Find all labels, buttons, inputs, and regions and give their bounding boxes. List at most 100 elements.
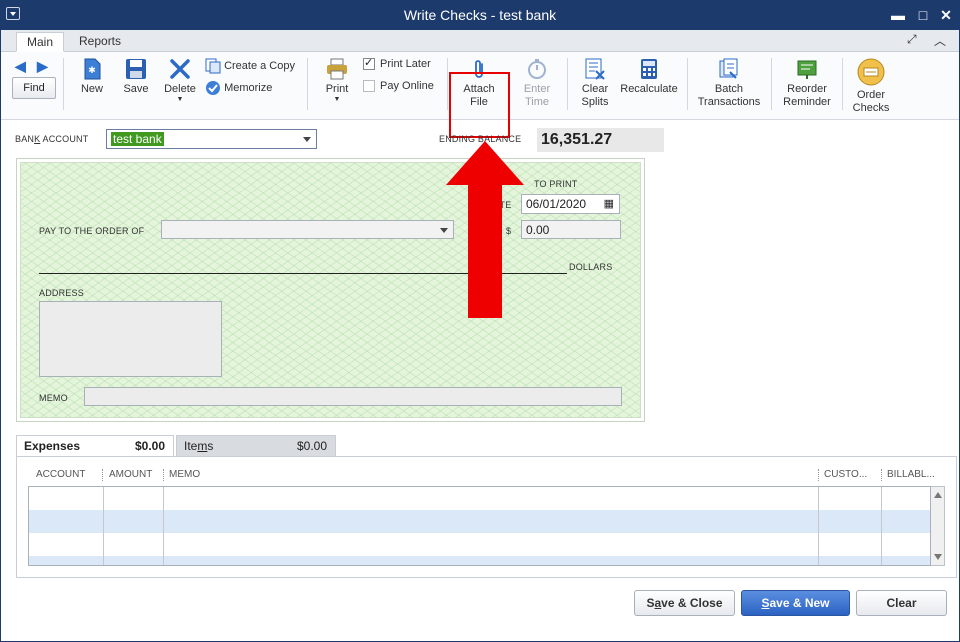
next-arrow-icon[interactable]: ▶ xyxy=(37,58,48,75)
pay-online-checkbox[interactable] xyxy=(363,80,375,92)
delete-button[interactable]: Delete ▼ xyxy=(161,58,199,103)
reorder-reminder-button[interactable]: Reorder Reminder xyxy=(779,58,835,109)
print-later-checkbox[interactable] xyxy=(363,56,375,70)
order-checks-icon xyxy=(857,58,885,86)
amount-field[interactable]: 0.00 xyxy=(521,220,621,239)
clear-splits-icon xyxy=(585,58,605,80)
divider xyxy=(63,58,64,110)
memorize-button[interactable]: Memorize xyxy=(205,80,272,96)
column-header-customer[interactable]: CUSTO... xyxy=(824,469,867,480)
batch-label-1: Batch xyxy=(714,83,744,95)
print-later-label: Print Later xyxy=(380,58,431,70)
order-checks-button[interactable]: Order Checks xyxy=(849,58,893,115)
save-close-button[interactable]: Save & Close xyxy=(634,590,735,616)
dollars-label: DOLLARS xyxy=(569,262,613,272)
create-copy-button[interactable]: Create a Copy xyxy=(205,58,295,74)
tab-main[interactable]: Main xyxy=(16,32,65,52)
reorder-reminder-icon xyxy=(797,60,817,79)
ending-balance-value: 16,351.27 xyxy=(537,128,664,152)
collapse-ribbon-icon[interactable]: ︿ xyxy=(934,32,946,49)
tab-expenses[interactable]: Expenses $0.00 xyxy=(16,435,174,457)
date-value: 06/01/2020 xyxy=(526,197,587,211)
memorize-label: Memorize xyxy=(224,81,273,94)
save-button[interactable]: Save xyxy=(121,58,151,96)
amount-value: 0.00 xyxy=(526,223,550,237)
new-button[interactable]: ✱ New xyxy=(77,58,107,96)
date-field[interactable]: 06/01/2020 ▦ xyxy=(521,194,620,214)
column-header-billable[interactable]: BILLABL... xyxy=(887,469,935,480)
bank-account-dropdown[interactable]: test bank xyxy=(106,129,317,149)
new-label: New xyxy=(80,83,103,95)
print-label: Print xyxy=(325,83,349,95)
window-title: Write Checks - test bank xyxy=(403,7,557,23)
reorder-label-2: Reminder xyxy=(783,96,831,108)
expenses-grid[interactable] xyxy=(28,486,931,566)
divider xyxy=(771,58,772,110)
ribbon-tabs: Main Reports ⤢ ︿ xyxy=(1,30,959,52)
column-line xyxy=(163,487,164,565)
scroll-down-icon[interactable] xyxy=(934,554,942,560)
clear-splits-label-2: Splits xyxy=(581,96,609,108)
column-separator xyxy=(163,469,164,481)
bank-account-label: BANK ACCOUNT xyxy=(15,134,89,144)
minimize-button[interactable]: ▬ xyxy=(888,5,908,25)
divider xyxy=(687,58,688,110)
attach-file-highlight xyxy=(449,72,510,138)
previous-arrow-icon[interactable]: ◀ xyxy=(15,58,26,75)
column-line xyxy=(103,487,104,565)
enter-time-label-1: Enter xyxy=(523,83,551,95)
column-separator xyxy=(818,469,819,481)
find-button[interactable]: Find xyxy=(12,77,56,99)
write-checks-window: Main Reports ⤢ ︿ ◀ ▶ Find ✱ New Save Del… xyxy=(0,30,960,642)
column-line xyxy=(881,487,882,565)
clear-splits-label-1: Clear xyxy=(581,83,609,95)
copy-icon xyxy=(205,58,221,74)
column-header-amount[interactable]: AMOUNT xyxy=(109,469,152,480)
scroll-up-icon[interactable] xyxy=(934,492,942,498)
table-row[interactable] xyxy=(29,510,930,533)
grid-header: ACCOUNT AMOUNT MEMO CUSTO... BILLABL... xyxy=(28,467,943,485)
table-row[interactable] xyxy=(29,533,930,556)
column-header-account[interactable]: ACCOUNT xyxy=(36,469,85,480)
divider xyxy=(842,58,843,110)
clear-button[interactable]: Clear xyxy=(856,590,947,616)
enter-time-label-2: Time xyxy=(524,96,550,108)
column-line xyxy=(818,487,819,565)
address-field[interactable] xyxy=(39,301,222,377)
pay-to-label: PAY TO THE ORDER OF xyxy=(39,226,145,236)
save-label: Save xyxy=(123,83,149,95)
tab-reports[interactable]: Reports xyxy=(69,32,131,52)
new-document-icon: ✱ xyxy=(84,58,101,80)
calendar-icon[interactable]: ▦ xyxy=(604,195,614,213)
column-separator xyxy=(881,469,882,481)
enter-time-button[interactable]: Enter Time xyxy=(515,58,559,109)
red-arrow-annotation xyxy=(446,141,524,318)
save-new-button[interactable]: Save & New xyxy=(741,590,850,616)
stopwatch-icon xyxy=(528,59,546,79)
tab-items-label: Items xyxy=(184,439,214,453)
maximize-button[interactable]: □ xyxy=(913,5,933,25)
reorder-label-1: Reorder xyxy=(787,83,827,95)
table-row[interactable] xyxy=(29,556,930,565)
tab-expenses-amount: $0.00 xyxy=(134,439,165,453)
tab-items[interactable]: Items $0.00 xyxy=(176,435,336,457)
grid-scrollbar[interactable] xyxy=(931,486,945,566)
address-label: ADDRESS xyxy=(39,288,84,298)
expand-icon[interactable]: ⤢ xyxy=(907,32,917,47)
print-dropdown-icon: ▼ xyxy=(333,96,341,103)
recalculate-button[interactable]: Recalculate xyxy=(619,58,679,96)
print-button[interactable]: Print ▼ xyxy=(321,58,353,103)
close-button[interactable]: ✕ xyxy=(936,5,956,25)
check-panel: O. TO PRINT ATE 06/01/2020 ▦ PAY TO THE … xyxy=(16,158,645,422)
order-checks-label-1: Order xyxy=(856,89,886,101)
to-print-label: TO PRINT xyxy=(534,179,578,189)
column-header-memo[interactable]: MEMO xyxy=(169,469,200,480)
clear-splits-button[interactable]: Clear Splits xyxy=(575,58,615,109)
save-disk-icon xyxy=(126,59,146,79)
batch-transactions-button[interactable]: Batch Transactions xyxy=(695,58,763,109)
table-row[interactable] xyxy=(29,487,930,510)
delete-x-icon xyxy=(170,59,190,79)
memo-field[interactable] xyxy=(84,387,622,406)
delete-dropdown-icon: ▼ xyxy=(176,96,184,103)
payee-dropdown[interactable] xyxy=(161,220,454,239)
